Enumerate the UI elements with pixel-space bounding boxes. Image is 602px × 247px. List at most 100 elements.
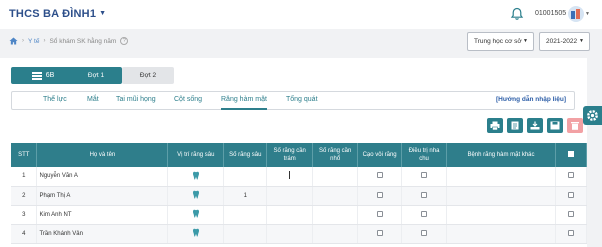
level-select[interactable]: Trung học cơ sở ▼	[467, 32, 534, 51]
select-cell[interactable]	[555, 167, 588, 187]
tooth-position-cell[interactable]	[167, 186, 225, 206]
tab-mat[interactable]: Mắt	[87, 96, 99, 103]
row-stt: 4	[11, 224, 38, 244]
select-cell[interactable]	[555, 186, 588, 206]
breadcrumb-link-yte[interactable]: Y tế	[28, 38, 39, 45]
need-extraction-cell[interactable]	[312, 224, 359, 244]
scaling-checkbox[interactable]	[376, 172, 383, 179]
tooth-position-cell[interactable]	[167, 205, 225, 225]
cavities-cell[interactable]	[223, 167, 268, 187]
need-extraction-cell[interactable]	[312, 186, 359, 206]
periodontal-checkbox[interactable]	[421, 229, 428, 236]
other-disease-cell[interactable]	[446, 205, 556, 225]
tooth-position-cell[interactable]	[167, 224, 225, 244]
list-icon	[31, 72, 42, 80]
col-select-all[interactable]	[555, 143, 588, 167]
cavities-cell[interactable]	[223, 205, 268, 225]
delete-button[interactable]	[567, 118, 583, 133]
class-list-button[interactable]: 6B	[11, 67, 75, 84]
col-stt: STT	[11, 143, 38, 167]
scaling-cell[interactable]	[357, 167, 403, 187]
tooth-icon[interactable]	[192, 209, 200, 218]
tooth-icon[interactable]	[192, 190, 200, 199]
need-filling-cell[interactable]	[266, 167, 314, 187]
col-cavities: Số răng sâu	[223, 143, 268, 167]
select-cell[interactable]	[555, 205, 588, 225]
table-header-row: STT Họ và tên Vị trí răng sâu Số răng sâ…	[11, 143, 588, 167]
tab-rang-ham-mat[interactable]: Răng hàm mặt	[221, 96, 267, 110]
need-filling-cell[interactable]	[266, 224, 314, 244]
row-checkbox[interactable]	[567, 191, 574, 198]
periodontal-cell[interactable]	[401, 186, 448, 206]
chevron-down-icon: ▼	[523, 38, 528, 44]
col-need-filling: Số răng cần trám	[266, 143, 314, 167]
tooth-icon[interactable]	[192, 228, 200, 237]
scaling-checkbox[interactable]	[376, 210, 383, 217]
periodontal-checkbox[interactable]	[421, 172, 428, 179]
import-icon	[511, 121, 519, 130]
need-extraction-cell[interactable]	[312, 205, 359, 225]
save-icon	[550, 121, 560, 130]
need-filling-cell[interactable]	[266, 186, 314, 206]
avatar[interactable]	[568, 6, 584, 22]
periodontal-cell[interactable]	[401, 224, 448, 244]
periodontal-cell[interactable]	[401, 167, 448, 187]
home-icon[interactable]	[9, 37, 18, 45]
level-select-value: Trung học cơ sở	[474, 38, 522, 45]
row-name: Phạm Thị A	[36, 186, 169, 206]
row-checkbox[interactable]	[567, 229, 574, 236]
cavities-cell[interactable]: 1	[223, 186, 268, 206]
row-checkbox[interactable]	[567, 172, 574, 179]
school-selector[interactable]: THCS BA ĐÌNH1 ▼	[9, 8, 106, 20]
tab-tong-quat[interactable]: Tổng quát	[286, 96, 318, 103]
periodontal-cell[interactable]	[401, 205, 448, 225]
periodontal-checkbox[interactable]	[421, 191, 428, 198]
other-disease-cell[interactable]	[446, 167, 556, 187]
text-cursor	[289, 171, 291, 180]
guide-link[interactable]: [Hướng dẫn nhập liệu]	[496, 96, 566, 103]
period-tab-1[interactable]: Đợt 1	[70, 67, 122, 84]
tab-tai-mui-hong[interactable]: Tai mũi họng	[116, 96, 156, 103]
scaling-cell[interactable]	[357, 224, 403, 244]
col-need-extraction: Số răng cần nhổ	[312, 143, 359, 167]
col-other-disease: Bệnh răng hàm mặt khác	[446, 143, 556, 167]
year-select[interactable]: 2021-2022 ▼	[539, 32, 590, 51]
print-button[interactable]	[487, 118, 503, 133]
import-button[interactable]	[507, 118, 523, 133]
cavities-cell[interactable]	[223, 224, 268, 244]
row-stt: 3	[11, 205, 38, 225]
breadcrumb-current: Sổ khám SK hằng năm	[49, 37, 117, 45]
separator-icon: ›	[22, 38, 24, 44]
scaling-checkbox[interactable]	[376, 229, 383, 236]
table-row: 3 Kim Anh NT	[11, 205, 588, 225]
chevron-down-icon[interactable]: ▼	[585, 11, 590, 17]
help-icon[interactable]: ?	[120, 37, 129, 45]
col-tooth-position: Vị trí răng sâu	[167, 143, 225, 167]
row-name: Kim Anh NT	[36, 205, 169, 225]
download-button[interactable]	[527, 118, 543, 133]
other-disease-cell[interactable]	[446, 224, 556, 244]
table-row: 4 Trần Khánh Vân	[11, 224, 588, 244]
tab-cot-song[interactable]: Cột sống	[174, 96, 202, 103]
tab-the-luc[interactable]: Thể lực	[43, 96, 67, 103]
scaling-cell[interactable]	[357, 186, 403, 206]
tooth-position-cell[interactable]	[167, 167, 225, 187]
select-all-checkbox[interactable]	[567, 150, 574, 157]
scaling-checkbox[interactable]	[376, 191, 383, 198]
need-extraction-cell[interactable]	[312, 167, 359, 187]
school-name: THCS BA ĐÌNH1	[9, 8, 97, 20]
need-filling-cell[interactable]	[266, 205, 314, 225]
save-button[interactable]	[547, 118, 563, 133]
trash-icon	[571, 122, 579, 130]
row-name: Trần Khánh Vân	[36, 224, 169, 244]
periodontal-checkbox[interactable]	[421, 210, 428, 217]
other-disease-cell[interactable]	[446, 186, 556, 206]
bell-icon[interactable]	[510, 7, 524, 21]
row-checkbox[interactable]	[567, 210, 574, 217]
scaling-cell[interactable]	[357, 205, 403, 225]
period-tab-2[interactable]: Đợt 2	[122, 67, 174, 84]
settings-button[interactable]	[583, 106, 602, 125]
year-select-value: 2021-2022	[546, 38, 578, 45]
tooth-icon[interactable]	[192, 171, 200, 180]
select-cell[interactable]	[555, 224, 588, 244]
